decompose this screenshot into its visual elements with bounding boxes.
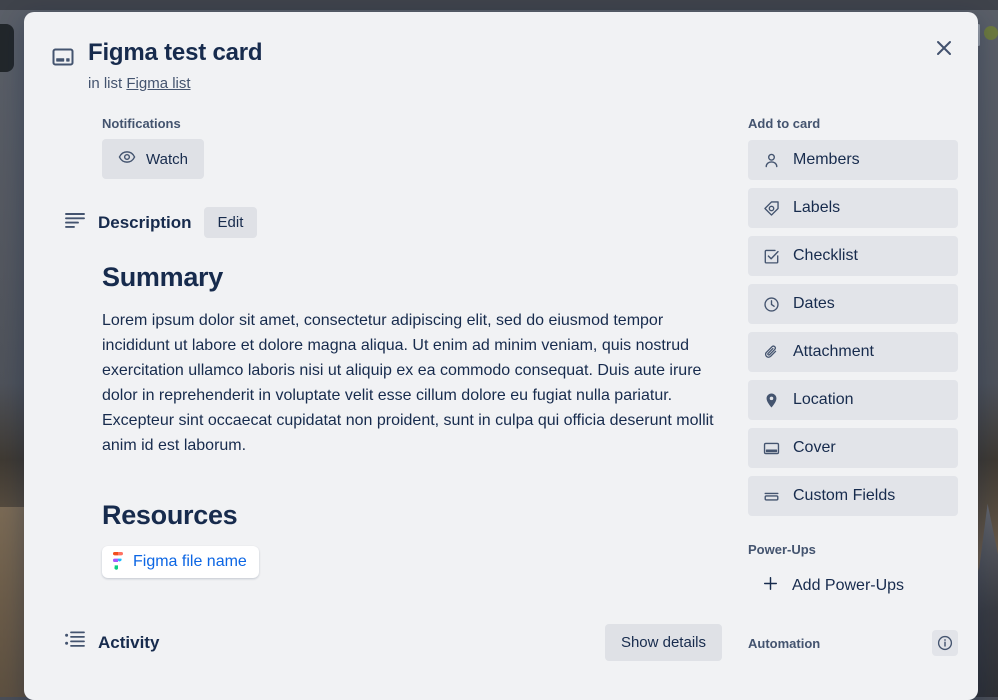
description-content[interactable]: Summary Lorem ipsum dolor sit amet, cons…	[102, 260, 732, 578]
cover-card-icon	[762, 440, 780, 457]
plus-icon	[762, 575, 779, 597]
watch-button-label: Watch	[146, 150, 188, 168]
board-top-bar	[0, 0, 998, 10]
eye-icon	[118, 148, 136, 170]
automation-section: Automation	[748, 630, 958, 656]
sidebar-item-label: Attachment	[793, 343, 874, 360]
activity-list-icon	[64, 629, 86, 656]
info-icon[interactable]	[932, 630, 958, 656]
sidebar-item-label: Checklist	[793, 247, 858, 264]
resources-heading: Resources	[102, 500, 238, 530]
figma-file-link[interactable]: Figma file name	[102, 546, 259, 578]
description-lines-icon	[64, 209, 86, 236]
sidebar-item-label: Members	[793, 151, 860, 168]
card-icon	[52, 46, 74, 94]
description-title: Description	[98, 212, 192, 232]
clock-icon	[762, 296, 780, 313]
figma-file-link-label: Figma file name	[133, 553, 247, 570]
card-header: Figma test card in list Figma list	[24, 12, 978, 94]
notifications-label: Notifications	[102, 116, 181, 131]
close-icon[interactable]	[928, 32, 960, 64]
notifications-section: Notifications Watch	[102, 116, 732, 179]
custom-fields-icon	[762, 488, 780, 505]
powerups-section: Power-Ups Add Power-Ups	[748, 542, 958, 606]
watch-button[interactable]: Watch	[102, 139, 204, 179]
sidebar-item-label: Cover	[793, 439, 836, 456]
sidebar-item-location[interactable]: Location	[748, 380, 958, 420]
sidebar-item-members[interactable]: Members	[748, 140, 958, 180]
card-title: Figma test card	[88, 39, 263, 66]
summary-heading: Summary	[102, 262, 223, 292]
card-sidebar: Add to card Members Labels Checklist Dat…	[748, 94, 962, 661]
label-tag-icon	[762, 200, 780, 217]
edit-description-button[interactable]: Edit	[203, 207, 258, 238]
paperclip-icon	[762, 344, 780, 361]
card-body: Notifications Watch Description Edit Sum…	[24, 94, 978, 661]
location-pin-icon	[762, 392, 780, 409]
card-header-text: Figma test card in list Figma list	[88, 38, 922, 94]
board-avatar-right-edge	[984, 26, 998, 40]
in-list-prefix: in list	[88, 75, 123, 92]
board-card-left-edge[interactable]	[0, 24, 14, 72]
card-list-line: in list Figma list	[88, 74, 922, 94]
sidebar-item-labels[interactable]: Labels	[748, 188, 958, 228]
board-background-ground	[0, 507, 26, 697]
add-powerups-button[interactable]: Add Power-Ups	[748, 566, 958, 606]
sidebar-item-cover[interactable]: Cover	[748, 428, 958, 468]
sidebar-item-dates[interactable]: Dates	[748, 284, 958, 324]
card-main-column: Notifications Watch Description Edit Sum…	[52, 94, 732, 661]
sidebar-item-custom-fields[interactable]: Custom Fields	[748, 476, 958, 516]
add-to-card-heading: Add to card	[748, 116, 821, 131]
description-header: Description Edit	[64, 207, 732, 238]
sidebar-item-label: Custom Fields	[793, 487, 896, 504]
sidebar-item-checklist[interactable]: Checklist	[748, 236, 958, 276]
show-details-button[interactable]: Show details	[604, 624, 722, 661]
activity-section: Activity Show details	[64, 624, 732, 661]
card-list-link[interactable]: Figma list	[126, 75, 190, 92]
add-powerups-label: Add Power-Ups	[792, 577, 905, 594]
powerups-heading: Power-Ups	[748, 542, 816, 557]
person-icon	[762, 152, 780, 169]
checkbox-checked-icon	[762, 248, 780, 265]
sidebar-item-label: Dates	[793, 295, 835, 312]
sidebar-item-attachment[interactable]: Attachment	[748, 332, 958, 372]
summary-paragraph: Lorem ipsum dolor sit amet, consectetur …	[102, 312, 714, 454]
sidebar-item-label: Labels	[793, 199, 841, 216]
automation-heading: Automation	[748, 635, 821, 651]
figma-logo-icon	[111, 552, 125, 572]
sidebar-item-label: Location	[793, 391, 854, 408]
card-detail-modal: Figma test card in list Figma list Notif…	[24, 12, 978, 700]
activity-title: Activity	[98, 632, 160, 652]
description-section: Description Edit Summary Lorem ipsum dol…	[65, 207, 732, 578]
